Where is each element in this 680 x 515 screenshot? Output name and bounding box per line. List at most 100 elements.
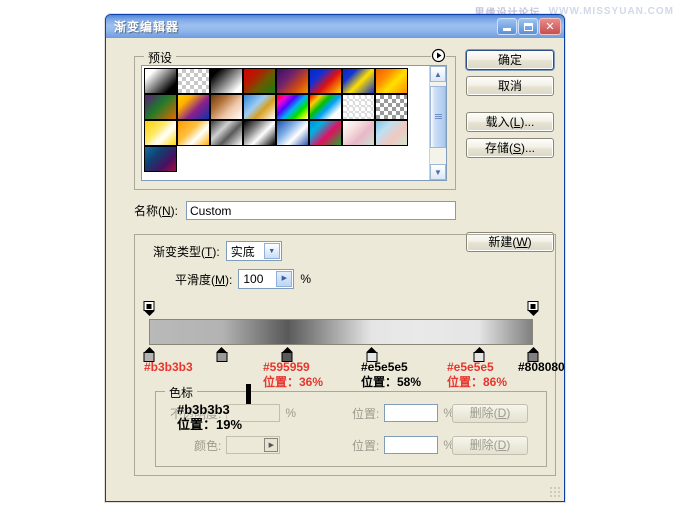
smoothness-input[interactable]: 100 ▶: [238, 269, 295, 289]
color-stop-100[interactable]: [527, 347, 539, 362]
preset-swatch-pastel-blue-pink[interactable]: [375, 120, 408, 146]
preset-scrollbar[interactable]: ▲ ▼: [429, 66, 446, 180]
opacity-stop-100[interactable]: [527, 301, 539, 316]
save-label-post: )...: [521, 141, 535, 155]
preset-swatch-orange-yellow-orange[interactable]: [375, 68, 408, 94]
color-stop-86[interactable]: [473, 347, 485, 362]
color-stop-square-icon: [527, 352, 539, 362]
color-label: 颜色:: [194, 438, 222, 453]
opacity-stop-square-icon: [527, 301, 539, 311]
preset-swatch-blue-white-blue[interactable]: [276, 120, 309, 146]
preset-swatch-red-green[interactable]: [243, 68, 276, 94]
preset-swatch-spectrum[interactable]: [276, 94, 309, 120]
gradient-type-row: 渐变类型(T): 实底 ▼: [153, 241, 282, 261]
color-stop-square-icon: [473, 352, 485, 362]
preset-swatch-black-to-white[interactable]: [210, 68, 243, 94]
opacity-field-row: 不透明度: %: [170, 404, 296, 422]
color-stop-36[interactable]: [281, 347, 293, 362]
preset-swatch-panel[interactable]: ▲ ▼: [141, 65, 447, 181]
color-stop-square-icon: [366, 352, 378, 362]
gradient-settings-groupbox: 渐变类型(T): 实底 ▼ 平滑度(M): 100 ▶ % #b3b3b3 #5…: [134, 234, 565, 476]
gradient-preview-bar[interactable]: [149, 319, 533, 345]
scroll-up-arrow-icon[interactable]: ▲: [430, 66, 446, 82]
close-icon: ✕: [545, 21, 555, 33]
gradient-type-value: 实底: [230, 244, 255, 259]
smooth-accel: M: [215, 272, 225, 287]
name-accel: N: [162, 203, 171, 218]
preset-swatch-transparent-gray[interactable]: [375, 94, 408, 120]
load-label-pre: 载入(: [485, 115, 514, 129]
gradient-name-row: 名称(N): Custom: [134, 200, 456, 220]
color-position-input[interactable]: [384, 436, 439, 454]
preset-swatch-blue-yellow-blue[interactable]: [342, 68, 375, 94]
color-stepper-icon[interactable]: ▶: [264, 438, 279, 452]
smooth-label-post: ):: [225, 272, 233, 287]
scroll-down-arrow-icon[interactable]: ▼: [430, 164, 446, 180]
preset-menu-arrow-icon[interactable]: [431, 48, 446, 63]
cancel-button[interactable]: 取消: [466, 76, 554, 96]
color-stop-19[interactable]: [216, 347, 228, 362]
preset-swatch-blue-red-green[interactable]: [309, 120, 342, 146]
smoothness-row: 平滑度(M): 100 ▶ %: [175, 269, 311, 289]
preset-swatch-yellow-violet-blue[interactable]: [177, 94, 210, 120]
color-stop-58[interactable]: [366, 347, 378, 362]
smoothness-value: 100: [243, 272, 264, 286]
opacity-position-label: 位置:: [352, 406, 380, 421]
watermark-url-text: WWW.MISSYUAN.COM: [548, 6, 674, 17]
chevron-down-icon[interactable]: ▼: [263, 243, 280, 259]
color-position-row: 位置: %: [352, 436, 454, 454]
gradient-editor-dialog: 渐变编辑器 ✕ 预设 ▲ ▼ 确定 取消 载入(L)... 存储(S)... 新…: [105, 14, 565, 502]
minimize-button[interactable]: [497, 18, 517, 35]
preset-swatch-steel-silver[interactable]: [210, 120, 243, 146]
preset-swatch-black-white-black[interactable]: [243, 120, 276, 146]
preset-swatch-copper[interactable]: [210, 94, 243, 120]
opacity-position-input[interactable]: [384, 404, 439, 422]
preset-groupbox-legend: 预设: [144, 49, 177, 66]
scrollbar-grip-icon: [434, 114, 442, 120]
opacity-unit: %: [285, 406, 297, 420]
ok-button[interactable]: 确定: [466, 50, 554, 70]
preset-swatch-chrome[interactable]: [243, 94, 276, 120]
preset-swatch-yellow-white-yellow[interactable]: [144, 120, 177, 146]
opacity-delete-button[interactable]: 删除(D): [452, 404, 528, 423]
preset-swatch-pastel-pink[interactable]: [342, 120, 375, 146]
annotation-hex-a4: #e5e5e5: [447, 360, 494, 374]
preset-swatch-violet-green-orange[interactable]: [144, 94, 177, 120]
name-label-pre: 名称(: [134, 203, 162, 218]
gradient-type-label: 渐变类型(T):: [153, 243, 220, 260]
scrollbar-thumb[interactable]: [430, 86, 446, 148]
minimize-icon: [503, 28, 511, 31]
preset-swatch-foreground-to-background[interactable]: [144, 68, 177, 94]
del1-pre: 删除(: [469, 406, 498, 420]
preset-swatch-transparent-stripes[interactable]: [342, 94, 375, 120]
preset-swatch-blue-violet-dark[interactable]: [144, 146, 177, 172]
maximize-button[interactable]: [518, 18, 538, 35]
gradient-name-input[interactable]: Custom: [186, 200, 456, 220]
preset-swatch-blue-red-yellow[interactable]: [309, 68, 342, 94]
type-label-pre: 渐变类型(: [153, 244, 205, 259]
close-button[interactable]: ✕: [539, 18, 561, 35]
save-button[interactable]: 存储(S)...: [466, 138, 554, 158]
scrollbar-track[interactable]: [430, 82, 446, 164]
resize-grip-icon[interactable]: [549, 486, 561, 498]
opacity-label: 不透明度:: [170, 406, 222, 421]
load-button[interactable]: 载入(L)...: [466, 112, 554, 132]
color-stop-0[interactable]: [143, 347, 155, 362]
color-delete-button[interactable]: 删除(D): [452, 436, 528, 455]
gradient-type-select[interactable]: 实底 ▼: [225, 241, 282, 261]
dialog-title-bar[interactable]: 渐变编辑器 ✕: [106, 15, 564, 38]
preset-swatch-orange-white[interactable]: [177, 120, 210, 146]
color-stop-groupbox-legend: 色标: [165, 384, 198, 401]
color-swatch-input[interactable]: ▶: [226, 436, 281, 454]
preset-swatch-transparent-rainbow[interactable]: [309, 94, 342, 120]
maximize-icon: [523, 22, 533, 31]
preset-swatch-foreground-to-transparent[interactable]: [177, 68, 210, 94]
del2-pre: 删除(: [469, 438, 498, 452]
stepper-arrow-icon[interactable]: ▶: [276, 271, 293, 287]
preset-swatch-list[interactable]: [142, 66, 429, 180]
opacity-input[interactable]: [226, 404, 281, 422]
annotation-hex-a2: #595959: [263, 360, 310, 374]
opacity-stop-0[interactable]: [143, 301, 155, 316]
preset-swatch-violet-orange[interactable]: [276, 68, 309, 94]
dialog-title: 渐变编辑器: [114, 20, 180, 34]
